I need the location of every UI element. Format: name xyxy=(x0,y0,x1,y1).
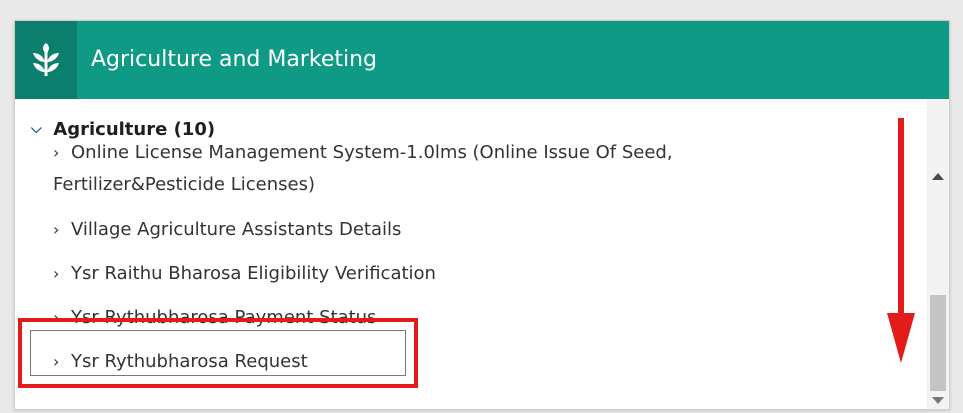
list-item-village-assistants[interactable]: › Village Agriculture Assistants Details xyxy=(53,214,401,246)
chevron-right-icon: › xyxy=(53,264,60,283)
chevron-right-icon: › xyxy=(53,143,60,162)
scroll-up-icon[interactable] xyxy=(932,173,944,180)
header-icon-box xyxy=(15,21,77,99)
highlight-inner-frame xyxy=(30,330,406,376)
panel-header[interactable]: Agriculture and Marketing xyxy=(15,21,949,99)
scroll-down-icon[interactable] xyxy=(932,397,944,404)
chevron-down-icon: ⌵ xyxy=(31,121,42,137)
list-item-label: Ysr Raithu Bharosa Eligibility Verificat… xyxy=(71,263,436,284)
list-item-label: Online License Management System-1.0lms … xyxy=(71,142,673,163)
down-arrow-icon xyxy=(887,118,915,363)
header-title: Agriculture and Marketing xyxy=(91,47,378,72)
list-item-label-continued[interactable]: Fertilizer&Pesticide Licenses) xyxy=(53,169,315,201)
chevron-right-icon: › xyxy=(53,220,60,239)
highlight-box xyxy=(18,318,418,388)
list-item-license-management[interactable]: › Online License Management System-1.0lms… xyxy=(53,137,813,169)
list-item-eligibility-verification[interactable]: › Ysr Raithu Bharosa Eligibility Verifica… xyxy=(53,258,436,290)
list-item-label: Village Agriculture Assistants Details xyxy=(71,219,402,240)
leaf-sprout-icon xyxy=(33,43,59,76)
vertical-scrollbar[interactable] xyxy=(927,99,949,409)
scrollbar-thumb[interactable] xyxy=(930,295,946,391)
